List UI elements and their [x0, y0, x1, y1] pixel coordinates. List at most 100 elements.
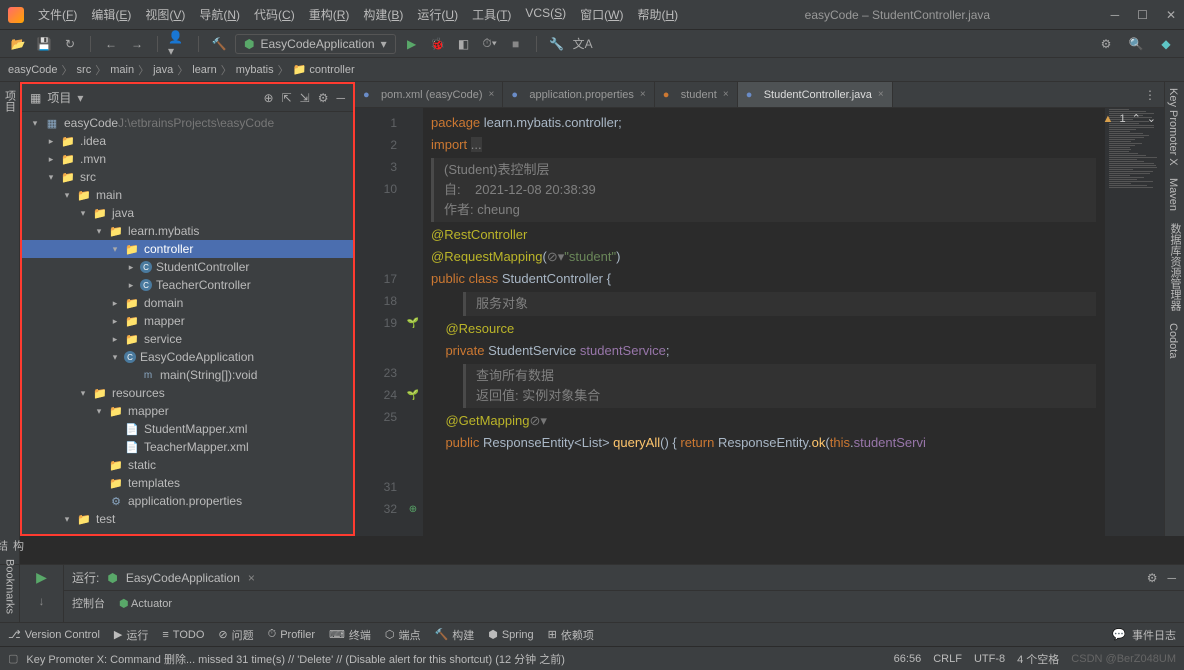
save-icon[interactable]: 💾	[34, 34, 54, 54]
menu-item[interactable]: VCS(S)	[519, 4, 572, 25]
tree-row[interactable]: ▾📁learn.mybatis	[22, 222, 353, 240]
tree-toggle-icon[interactable]: ▸	[126, 262, 136, 273]
close-tab-icon[interactable]: ×	[488, 89, 494, 100]
menu-item[interactable]: 窗口(W)	[574, 4, 629, 25]
tree-row[interactable]: ▾▦easyCode J:\etbrainsProjects\easyCode	[22, 114, 353, 132]
run-tab[interactable]: 控制台	[72, 595, 105, 611]
tree-row[interactable]: 📁templates	[22, 474, 353, 492]
tree-toggle-icon[interactable]: ▸	[110, 316, 120, 327]
menu-item[interactable]: 运行(U)	[411, 4, 464, 25]
project-panel-title[interactable]: 项目	[47, 89, 71, 106]
tree-row[interactable]: ⚙application.properties	[22, 492, 353, 510]
chevron-down-icon[interactable]: ▾	[77, 91, 83, 105]
tree-row[interactable]: ▸CTeacherController	[22, 276, 353, 294]
rerun-icon[interactable]: ▶	[36, 569, 47, 586]
editor-body[interactable]: 123101718192324253132 🌱🌱⊕ package learn.…	[355, 108, 1164, 536]
breadcrumb-item[interactable]: main	[110, 64, 134, 76]
tree-toggle-icon[interactable]: ▸	[46, 154, 56, 165]
event-log-button[interactable]: 事件日志	[1132, 627, 1176, 643]
menu-item[interactable]: 视图(V)	[139, 4, 191, 25]
user-icon[interactable]: 👤▾	[168, 34, 188, 54]
right-tool-button[interactable]: Key Promoter X	[1165, 82, 1181, 172]
editor-tab[interactable]: ●application.properties×	[503, 82, 654, 107]
bottom-tool-terminal[interactable]: ⌨终端	[329, 627, 371, 643]
tree-toggle-icon[interactable]: ▾	[78, 388, 88, 399]
breadcrumb-item[interactable]: java	[153, 64, 173, 76]
prev-highlight-icon[interactable]: ⌃	[1132, 112, 1141, 125]
toolbox-icon[interactable]: ◆	[1156, 34, 1176, 54]
breadcrumb-item[interactable]: easyCode	[8, 64, 58, 76]
collapse-icon[interactable]: ⇲	[300, 91, 310, 105]
run-tab[interactable]: ⬢ Actuator	[119, 597, 172, 610]
stop-icon[interactable]: ■	[506, 34, 526, 54]
right-tool-button[interactable]: Maven	[1165, 172, 1181, 217]
breadcrumb-item[interactable]: mybatis	[236, 64, 274, 76]
tree-row[interactable]: ▾CEasyCodeApplication	[22, 348, 353, 366]
bottom-tool-vcs[interactable]: ⎇Version Control	[8, 628, 100, 641]
line-separator[interactable]: CRLF	[933, 653, 962, 665]
menu-item[interactable]: 导航(N)	[193, 4, 246, 25]
breadcrumb-item[interactable]: src	[77, 64, 92, 76]
tabs-more-icon[interactable]: ⋮	[1136, 82, 1164, 107]
hide-panel-icon[interactable]: ─	[336, 91, 345, 105]
menu-item[interactable]: 编辑(E)	[85, 4, 137, 25]
settings-icon[interactable]: ⚙	[1096, 34, 1116, 54]
minimap[interactable]	[1104, 108, 1164, 536]
menu-item[interactable]: 代码(C)	[248, 4, 301, 25]
right-tool-button[interactable]: Codota	[1165, 317, 1181, 364]
menu-item[interactable]: 帮助(H)	[631, 4, 684, 25]
tree-row[interactable]: ▸📁.idea	[22, 132, 353, 150]
editor-tab[interactable]: ●pom.xml (easyCode)×	[355, 82, 503, 107]
menu-item[interactable]: 文件(F)	[32, 4, 83, 25]
tree-row[interactable]: ▾📁controller	[22, 240, 353, 258]
tree-row[interactable]: ▸CStudentController	[22, 258, 353, 276]
next-highlight-icon[interactable]: ⌄	[1147, 112, 1156, 125]
project-tree[interactable]: ▾▦easyCode J:\etbrainsProjects\easyCode▸…	[22, 112, 353, 534]
bottom-tool-build[interactable]: 🔨构建	[435, 627, 475, 643]
tree-row[interactable]: ▾📁test	[22, 510, 353, 528]
tree-row[interactable]: ▸📁mapper	[22, 312, 353, 330]
tree-row[interactable]: ▾📁main	[22, 186, 353, 204]
tree-row[interactable]: 📁static	[22, 456, 353, 474]
close-icon[interactable]: ✕	[1166, 8, 1176, 22]
tree-row[interactable]: mmain(String[]):void	[22, 366, 353, 384]
run-icon[interactable]: ▶	[402, 34, 422, 54]
editor-tab[interactable]: ●student×	[655, 82, 738, 107]
tree-row[interactable]: ▸📁service	[22, 330, 353, 348]
menu-item[interactable]: 构建(B)	[357, 4, 409, 25]
indent-info[interactable]: 4 个空格	[1017, 651, 1059, 667]
tree-row[interactable]: 📄StudentMapper.xml	[22, 420, 353, 438]
run-settings-icon[interactable]: ⚙	[1147, 571, 1158, 585]
tree-toggle-icon[interactable]: ▸	[126, 280, 136, 291]
tree-row[interactable]: 📄TeacherMapper.xml	[22, 438, 353, 456]
editor-tab[interactable]: ●StudentController.java×	[738, 82, 893, 107]
caret-position[interactable]: 66:56	[894, 653, 922, 665]
breadcrumb-item[interactable]: learn	[192, 64, 216, 76]
debug-icon[interactable]: 🐞	[428, 34, 448, 54]
sync-icon[interactable]: ↻	[60, 34, 80, 54]
tree-toggle-icon[interactable]: ▾	[30, 118, 40, 129]
tree-toggle-icon[interactable]: ▸	[110, 334, 120, 345]
run-config-selector[interactable]: ⬢ EasyCodeApplication ▾	[235, 34, 396, 54]
menu-item[interactable]: 工具(T)	[466, 4, 517, 25]
code-area[interactable]: package learn.mybatis.controller;import …	[423, 108, 1104, 536]
tree-row[interactable]: ▾📁resources	[22, 384, 353, 402]
panel-settings-icon[interactable]: ⚙	[318, 91, 329, 105]
tree-toggle-icon[interactable]: ▾	[110, 352, 120, 363]
status-square-icon[interactable]: ▢	[8, 652, 18, 665]
coverage-icon[interactable]: ◧	[454, 34, 474, 54]
bottom-tool-profiler[interactable]: ⏱Profiler	[268, 628, 315, 641]
breadcrumb-item[interactable]: 📁 controller	[293, 63, 355, 76]
tree-toggle-icon[interactable]: ▾	[110, 244, 120, 255]
file-encoding[interactable]: UTF-8	[974, 653, 1005, 665]
right-tool-button[interactable]: 数据库资源管理器	[1165, 217, 1184, 317]
target-icon[interactable]: ⊕	[264, 91, 274, 105]
minimize-icon[interactable]: ─	[1111, 8, 1120, 22]
hide-run-icon[interactable]: ─	[1167, 571, 1176, 585]
tree-row[interactable]: ▾📁java	[22, 204, 353, 222]
tree-toggle-icon[interactable]: ▾	[94, 226, 104, 237]
back-icon[interactable]: ←	[101, 34, 121, 54]
tree-toggle-icon[interactable]: ▾	[62, 190, 72, 201]
build-icon[interactable]: 🔨	[209, 34, 229, 54]
close-tab-icon[interactable]: ×	[723, 89, 729, 100]
